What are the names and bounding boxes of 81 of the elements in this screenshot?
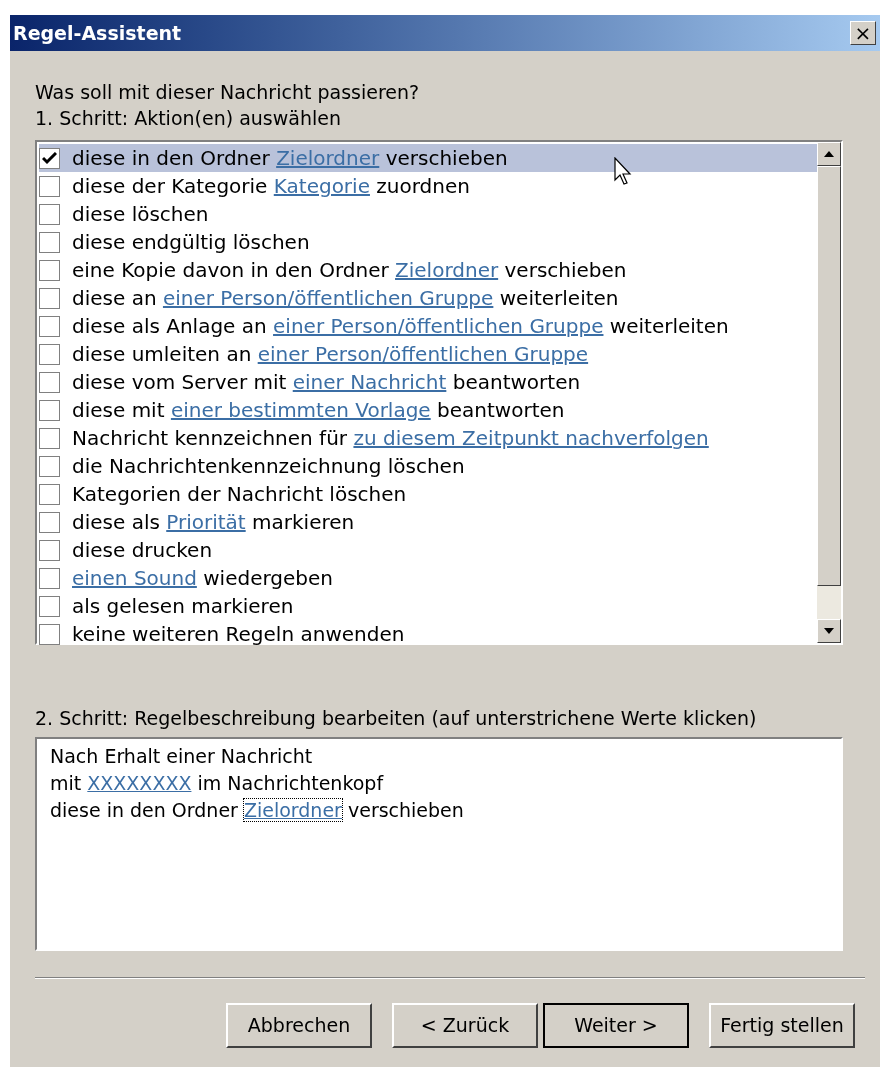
action-row[interactable]: diese umleiten an einer Person/öffentlichen Gruppe [39, 340, 817, 368]
checkbox[interactable] [39, 539, 60, 561]
link[interactable]: Zielordner [243, 799, 342, 821]
action-row[interactable]: diese an einer Person/öffentlichen Gruppe weiterleiten [39, 284, 817, 312]
scroll-thumb[interactable] [817, 166, 841, 586]
link[interactable]: Kategorie [273, 174, 370, 198]
link[interactable]: einer bestimmten Vorlage [170, 398, 431, 422]
description-line: mit XXXXXXXX im Nachrichtenkopf [50, 771, 384, 796]
checkbox[interactable] [39, 175, 60, 197]
link[interactable]: zu diesem Zeitpunkt nachverfolgen [353, 426, 709, 450]
link[interactable]: einer Person/öffentlichen Gruppe [273, 314, 604, 338]
action-row[interactable]: diese als Anlage an einer Person/öffentlichen Gruppe weiterleiten [39, 312, 817, 340]
action-row[interactable]: die Nachrichtenkennzeichnung löschen [39, 452, 817, 480]
action-label: eine Kopie davon in den Ordner Zielordner verschieben [72, 257, 627, 284]
action-row[interactable]: diese der Kategorie Kategorie zuordnen [39, 172, 817, 200]
action-label: Kategorien der Nachricht löschen [72, 481, 407, 508]
action-label: diese endgültig löschen [72, 229, 310, 256]
action-row[interactable]: diese in den Ordner Zielordner verschieben [39, 144, 817, 172]
action-row[interactable]: Nachricht kennzeichnen für zu diesem Zeitpunkt nachverfolgen [39, 424, 817, 452]
checkbox[interactable] [39, 483, 60, 505]
link[interactable]: Zielordner [395, 258, 499, 282]
link[interactable]: einer Nachricht [292, 370, 447, 394]
dialog-button[interactable]: Abbrechen [226, 1003, 372, 1048]
action-label: diese vom Server mit einer Nachricht beantworten [72, 369, 581, 396]
action-label: diese löschen [72, 201, 209, 228]
checkbox[interactable] [39, 623, 60, 645]
step-label: 1. Schritt: Aktion(en) auswählen [35, 106, 342, 131]
window-title: Regel-Assistent [13, 20, 182, 46]
action-label: diese umleiten an einer Person/öffentlichen Gruppe [72, 341, 589, 368]
checkbox[interactable] [39, 259, 60, 281]
action-label: diese drucken [72, 537, 213, 564]
action-row[interactable]: diese mit einer bestimmten Vorlage beantworten [39, 396, 817, 424]
link[interactable]: einen Sound [72, 566, 197, 590]
checkbox[interactable] [39, 455, 60, 477]
action-row[interactable]: diese endgültig löschen [39, 228, 817, 256]
action-label: diese mit einer bestimmten Vorlage beantworten [72, 397, 565, 424]
checkbox[interactable] [39, 595, 60, 617]
action-label: diese als Priorität markieren [72, 509, 355, 536]
dialog-button[interactable]: Weiter > [543, 1003, 689, 1048]
question-text: Was soll mit dieser Nachricht passieren? [35, 80, 421, 105]
dialog-button[interactable]: Fertig stellen [709, 1003, 855, 1048]
action-row[interactable]: als gelesen markieren [39, 592, 817, 620]
action-row[interactable]: Kategorien der Nachricht löschen [39, 480, 817, 508]
checkbox[interactable] [39, 371, 60, 393]
action-label: keine weiteren Regeln anwenden [72, 621, 405, 648]
link[interactable]: XXXXXXXX [87, 772, 192, 794]
action-label: Nachricht kennzeichnen für zu diesem Zeitpunkt nachverfolgen [72, 425, 709, 452]
link[interactable]: einer Person/öffentlichen Gruppe [257, 342, 589, 366]
action-row[interactable]: keine weiteren Regeln anwenden [39, 620, 817, 648]
action-label: einen Sound wiedergeben [72, 565, 333, 592]
action-row[interactable]: diese löschen [39, 200, 817, 228]
step-label: 2. Schritt: Regelbeschreibung bearbeiten (auf unterstrichene Werte klicken) [35, 706, 758, 731]
action-row[interactable]: eine Kopie davon in den Ordner Zielordner verschieben [39, 256, 817, 284]
action-label: diese in den Ordner Zielordner verschieben [72, 145, 508, 172]
checkbox[interactable] [39, 511, 60, 533]
action-row[interactable]: diese vom Server mit einer Nachricht beantworten [39, 368, 817, 396]
action-row[interactable]: diese drucken [39, 536, 817, 564]
action-label: die Nachrichtenkennzeichnung löschen [72, 453, 465, 480]
action-row[interactable]: diese als Priorität markieren [39, 508, 817, 536]
checkbox[interactable] [39, 399, 60, 421]
action-label: diese der Kategorie Kategorie zuordnen [72, 173, 470, 200]
link[interactable]: Priorität [166, 510, 246, 534]
checkbox[interactable] [39, 287, 60, 309]
checkbox[interactable] [39, 147, 60, 169]
close-button[interactable]: × [850, 21, 876, 45]
mouse-pointer-icon [614, 157, 634, 187]
link[interactable]: einer Person/öffentlichen Gruppe [162, 286, 494, 310]
checkbox[interactable] [39, 343, 60, 365]
description-line: diese in den Ordner Zielordner verschieben [50, 798, 464, 823]
action-label: als gelesen markieren [72, 593, 294, 620]
action-label: diese an einer Person/öffentlichen Gruppe weiterleiten [72, 285, 619, 312]
checkbox[interactable] [39, 315, 60, 337]
description-line: Nach Erhalt einer Nachricht [50, 744, 313, 769]
action-label: diese als Anlage an einer Person/öffentlichen Gruppe weiterleiten [72, 313, 729, 340]
dialog-button[interactable]: < Zurück [392, 1003, 538, 1048]
scrollbar[interactable] [817, 142, 841, 643]
checkbox[interactable] [39, 231, 60, 253]
checkbox[interactable] [39, 567, 60, 589]
checkbox[interactable] [39, 427, 60, 449]
action-row[interactable]: einen Sound wiedergeben [39, 564, 817, 592]
checkbox[interactable] [39, 203, 60, 225]
